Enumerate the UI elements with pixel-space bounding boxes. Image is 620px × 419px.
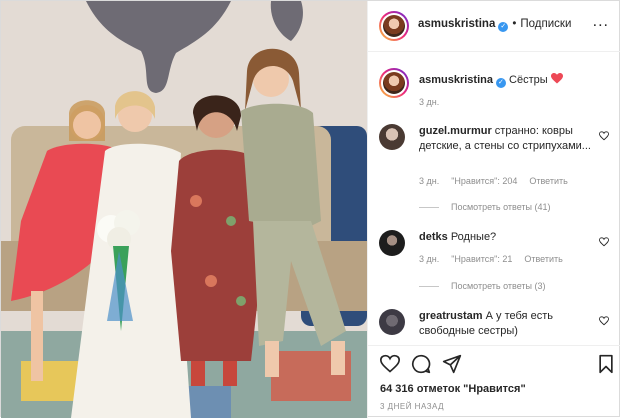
reply-button[interactable]: Ответить [524, 254, 562, 264]
view-replies-label: Посмотреть ответы (41) [451, 202, 551, 212]
comment-body: guzel.murmur странно: ковры детские, а с… [419, 124, 595, 154]
replies-divider [419, 286, 439, 288]
caption: asmuskristina ✓ Сёстры 3 дн. [379, 68, 615, 116]
post-header: asmuskristina ✓ • Подписки ... [368, 1, 620, 52]
instagram-post-viewer: asmuskristina ✓ • Подписки ... asmuskristin… [0, 0, 620, 418]
comment-likes-count[interactable]: "Нравится": 21 [451, 254, 512, 264]
caption-avatar[interactable] [379, 68, 409, 98]
bookmark-icon[interactable] [596, 354, 616, 374]
author-avatar[interactable] [379, 11, 409, 41]
post-side-panel: asmuskristina ✓ • Подписки ... asmuskristin… [367, 1, 620, 418]
comment-item: guzel.murmur странно: ковры детские, а с… [379, 124, 615, 224]
photo-illustration [1, 1, 367, 418]
replies-divider [419, 207, 439, 209]
comment-meta: 3 дн. "Нравится": 21 Ответить [419, 254, 575, 264]
caption-meta: 3 дн. [419, 97, 451, 107]
view-replies-button[interactable]: Посмотреть ответы (3) [419, 281, 546, 291]
comment-time[interactable]: 3 дн. [419, 254, 439, 264]
comment-username-link[interactable]: detks [419, 231, 448, 243]
comment-meta: 3 дн. "Нравится": 204 Ответить [419, 176, 580, 186]
following-button[interactable]: Подписки [520, 18, 571, 30]
post-photo[interactable] [1, 1, 367, 418]
likes-count[interactable]: 64 316 отметок "Нравится" [380, 383, 526, 395]
verified-badge-icon: ✓ [498, 22, 509, 32]
comment-username-link[interactable]: guzel.murmur [419, 125, 492, 137]
comment-item: greatrustam А у тебя есть свободные сест… [379, 309, 615, 345]
caption-body: asmuskristina ✓ Сёстры [419, 73, 595, 88]
post-timestamp[interactable]: 3 ДНЕЙ НАЗАД [380, 402, 444, 411]
caption-time[interactable]: 3 дн. [419, 97, 439, 107]
header-separator: • [512, 18, 517, 30]
author-username-link[interactable]: asmuskristina [418, 18, 495, 30]
comment-avatar[interactable] [379, 124, 405, 150]
comment-icon[interactable] [411, 354, 431, 374]
comment-username-link[interactable]: greatrustam [419, 310, 483, 322]
view-replies-button[interactable]: Посмотреть ответы (41) [419, 202, 551, 212]
more-options-icon[interactable]: ... [593, 13, 609, 31]
comment-like-heart-icon[interactable] [599, 131, 609, 141]
view-replies-label: Посмотреть ответы (3) [451, 281, 546, 291]
heart-icon[interactable] [380, 354, 400, 374]
reply-button[interactable]: Ответить [529, 176, 567, 186]
comment-time[interactable]: 3 дн. [419, 176, 439, 186]
comment-body: greatrustam А у тебя есть свободные сест… [419, 309, 595, 339]
caption-text: Сёстры [509, 74, 548, 86]
header-author: asmuskristina ✓ • Подписки [418, 18, 571, 32]
comment-like-heart-icon[interactable] [599, 237, 609, 247]
comment-like-heart-icon[interactable] [599, 316, 609, 326]
comment-item: detks Родные? 3 дн. "Нравится": 21 Ответит… [379, 230, 615, 302]
comment-avatar[interactable] [379, 309, 405, 335]
comment-body: detks Родные? [419, 230, 595, 245]
caption-username-link[interactable]: asmuskristina [419, 74, 493, 86]
comment-text: Родные? [450, 231, 497, 243]
comment-avatar[interactable] [379, 230, 405, 256]
post-actions: 64 316 отметок "Нравится" 3 ДНЕЙ НАЗАД [368, 345, 620, 419]
comments-list[interactable]: asmuskristina ✓ Сёстры 3 дн. guzel.murmur… [368, 52, 620, 345]
share-icon[interactable] [442, 354, 462, 374]
red-heart-emoji-icon [550, 73, 563, 84]
comment-likes-count[interactable]: "Нравится": 204 [451, 176, 517, 186]
verified-badge-icon: ✓ [495, 78, 506, 88]
